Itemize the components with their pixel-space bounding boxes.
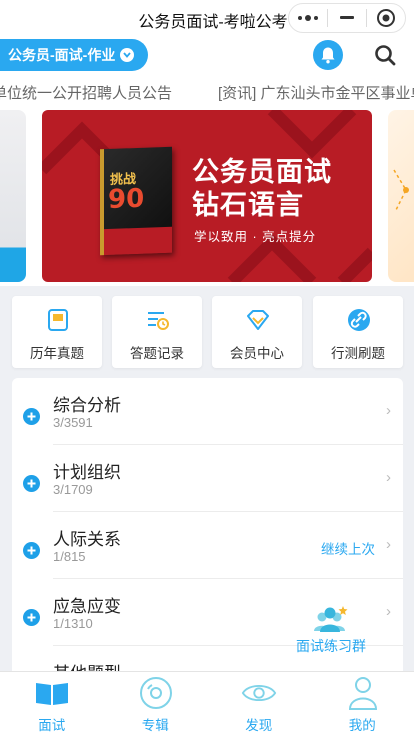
exam-selector[interactable]: 公务员-面试-作业 xyxy=(0,39,149,71)
plus-icon[interactable] xyxy=(23,408,40,425)
banner-subline: 学以致用 · 亮点提分 xyxy=(194,230,317,244)
tab-mine[interactable]: 我的 xyxy=(311,672,414,737)
close-target-icon[interactable] xyxy=(367,4,405,32)
news-ticker[interactable]: 单位统一公开招聘人员公告 [资讯] 广东汕头市金平区事业单 xyxy=(0,76,414,106)
quick-link-xingce-practice[interactable]: 行测刷题 xyxy=(313,296,403,368)
main-banner[interactable]: 挑战 90 公务员面试 钻石语言 学以致用 · 亮点提分 xyxy=(42,110,372,282)
minimize-icon[interactable] xyxy=(328,4,366,32)
title-bar: 公务员面试-考啦公考 xyxy=(0,0,414,34)
chevron-right-icon: › xyxy=(386,402,391,419)
chevron-right-icon: › xyxy=(386,603,391,620)
more-icon[interactable] xyxy=(289,4,327,32)
chevron-right-icon: › xyxy=(386,469,391,486)
tab-label: 我的 xyxy=(348,718,376,733)
book-cover-image: 挑战 90 xyxy=(100,146,172,256)
diamond-icon xyxy=(246,308,270,332)
list-item[interactable]: 综合分析 3/3591 › xyxy=(12,378,403,445)
plus-icon[interactable] xyxy=(23,475,40,492)
chevron-down-icon xyxy=(120,48,135,62)
ticker-item[interactable]: 单位统一公开招聘人员公告 xyxy=(0,82,172,103)
continue-last-link[interactable]: 继续上次 xyxy=(321,538,375,558)
book-number: 90 xyxy=(108,183,145,215)
category-progress: 3/1709 xyxy=(53,482,93,497)
tab-label: 专辑 xyxy=(141,718,169,733)
category-name: 人际关系 xyxy=(53,530,121,549)
tab-label: 发现 xyxy=(245,718,273,733)
previous-banner[interactable] xyxy=(0,110,26,282)
banner-headline: 公务员面试 钻石语言 xyxy=(192,156,332,222)
quick-link-label: 会员中心 xyxy=(230,346,284,361)
exam-selector-label: 公务员-面试-作业 xyxy=(8,47,116,63)
bell-icon[interactable] xyxy=(313,40,343,70)
category-progress: 1/1310 xyxy=(53,616,93,631)
quick-link-member-center[interactable]: 会员中心 xyxy=(212,296,302,368)
plus-icon[interactable] xyxy=(23,609,40,626)
quick-link-label: 行测刷题 xyxy=(331,346,385,361)
category-name: 计划组织 xyxy=(53,463,121,482)
list-item[interactable]: 计划组织 3/1709 › xyxy=(12,445,403,512)
tab-album[interactable]: 专辑 xyxy=(104,672,208,737)
search-icon[interactable] xyxy=(370,40,400,70)
quick-link-label: 历年真题 xyxy=(30,346,84,361)
next-banner[interactable] xyxy=(388,110,414,282)
chevron-right-icon: › xyxy=(386,536,391,553)
person-icon xyxy=(345,676,381,710)
plus-icon[interactable] xyxy=(23,542,40,559)
practice-group-label: 面试练习群 xyxy=(296,638,366,654)
disc-icon xyxy=(138,676,174,710)
tab-label: 面试 xyxy=(38,718,66,733)
ticker-item[interactable]: [资讯] 广东汕头市金平区事业单 xyxy=(218,82,414,103)
banner-carousel[interactable]: 挑战 90 公务员面试 钻石语言 学以致用 · 亮点提分 xyxy=(0,106,414,286)
tab-discover[interactable]: 发现 xyxy=(207,672,311,737)
quick-links: 历年真题 答题记录 会员中心 行测刷题 xyxy=(0,286,414,370)
practice-group-button[interactable]: 面试练习群 xyxy=(286,604,376,656)
quick-link-label: 答题记录 xyxy=(130,346,184,361)
record-list-icon xyxy=(146,308,170,332)
app-header: 公务员-面试-作业 xyxy=(0,34,414,76)
banner-decoration xyxy=(393,169,409,211)
book-open-icon xyxy=(34,676,70,710)
headline-line-2: 钻石语言 xyxy=(192,190,304,220)
tab-interview[interactable]: 面试 xyxy=(0,672,104,737)
headline-line-1: 公务员面试 xyxy=(192,157,332,187)
category-name: 应急应变 xyxy=(53,597,121,616)
bottom-tab-bar: 面试 专辑 发现 我的 xyxy=(0,671,414,737)
list-item[interactable]: 人际关系 1/815 继续上次 › xyxy=(12,512,403,579)
category-progress: 1/815 xyxy=(53,549,86,564)
mini-program-capsule xyxy=(288,3,406,33)
quick-link-answer-records[interactable]: 答题记录 xyxy=(112,296,202,368)
category-name: 综合分析 xyxy=(53,396,121,415)
book-band xyxy=(104,226,172,256)
group-icon xyxy=(312,604,350,634)
category-progress: 3/3591 xyxy=(53,415,93,430)
book-icon xyxy=(46,308,70,332)
quick-link-past-papers[interactable]: 历年真题 xyxy=(12,296,102,368)
link-icon xyxy=(347,308,371,332)
eye-icon xyxy=(241,676,277,710)
